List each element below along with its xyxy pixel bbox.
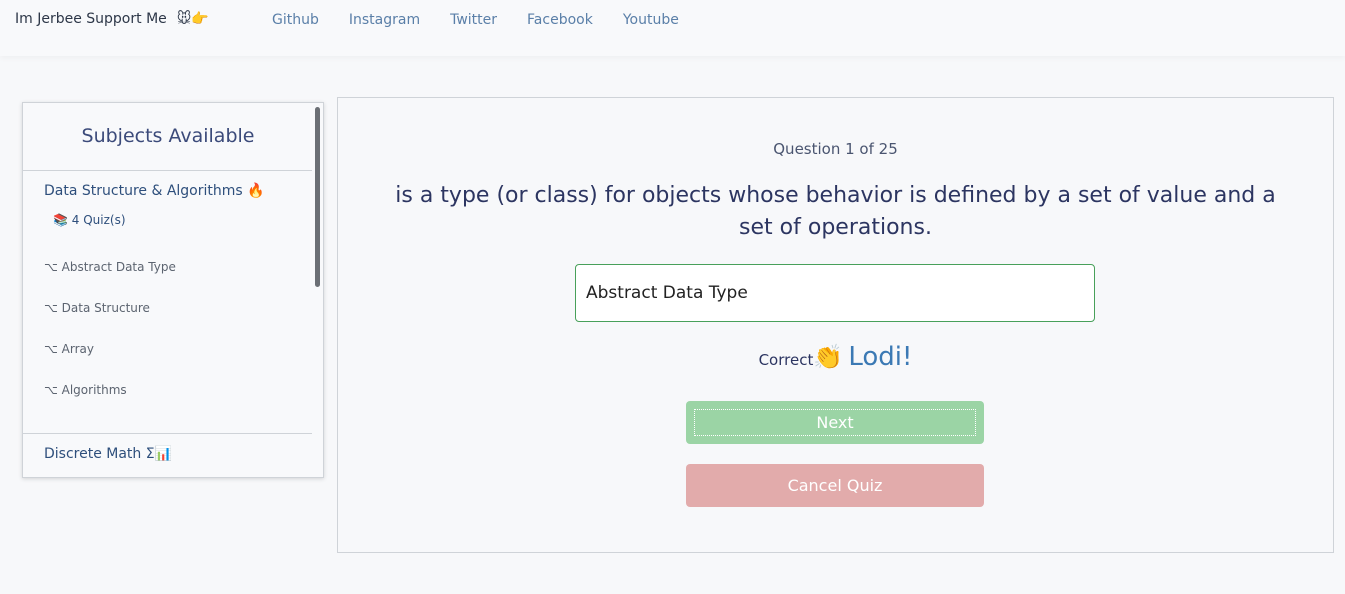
brand-label: Im Jerbee Support Me — [15, 11, 167, 27]
feedback-exclaim: Lodi! — [848, 342, 913, 372]
subject-data-structures[interactable]: Data Structure & Algorithms 🔥 — [44, 183, 265, 199]
sidebar-title: Subjects Available — [81, 125, 255, 147]
question-text: is a type (or class) for objects whose b… — [395, 183, 1276, 240]
mouse-pointing-icon: 🐭👉 — [176, 11, 209, 27]
next-button-label: Next — [816, 413, 854, 432]
nav-link-instagram[interactable]: Instagram — [349, 12, 420, 28]
quiz-panel: Question 1 of 25 is a type (or class) fo… — [337, 97, 1334, 553]
topic-abstract-data-type[interactable]: ⌥ Abstract Data Type — [44, 260, 176, 274]
question-counter: Question 1 of 25 — [773, 140, 898, 158]
subjects-sidebar[interactable]: Subjects Available Data Structure & Algo… — [22, 102, 324, 478]
sidebar-scrollbar[interactable] — [315, 107, 320, 287]
answer-input[interactable] — [575, 264, 1095, 322]
subject-discrete-math[interactable]: Discrete Math Σ📊 — [44, 446, 172, 462]
topic-array[interactable]: ⌥ Array — [44, 342, 94, 356]
answer-feedback: Correct👏 Lodi! — [338, 342, 1333, 372]
clapping-hands-icon: 👏 — [813, 343, 844, 371]
topic-data-structure[interactable]: ⌥ Data Structure — [44, 301, 150, 315]
sidebar-divider — [23, 170, 312, 171]
nav-links: Github Instagram Twitter Facebook Youtub… — [272, 12, 709, 28]
nav-link-youtube[interactable]: Youtube — [623, 12, 679, 28]
next-button[interactable]: Next — [686, 401, 984, 444]
quiz-count-badge: 📚 4 Quiz(s) — [53, 213, 126, 227]
nav-link-github[interactable]: Github — [272, 12, 319, 28]
nav-link-facebook[interactable]: Facebook — [527, 12, 593, 28]
sidebar-divider — [23, 433, 312, 434]
brand[interactable]: Im Jerbee Support Me 🐭👉 — [15, 11, 209, 27]
cancel-quiz-button[interactable]: Cancel Quiz — [686, 464, 984, 507]
navbar: Im Jerbee Support Me 🐭👉 Github Instagram … — [0, 0, 1345, 56]
topic-algorithms[interactable]: ⌥ Algorithms — [44, 383, 127, 397]
feedback-label: Correct — [758, 351, 814, 369]
nav-link-twitter[interactable]: Twitter — [450, 12, 497, 28]
